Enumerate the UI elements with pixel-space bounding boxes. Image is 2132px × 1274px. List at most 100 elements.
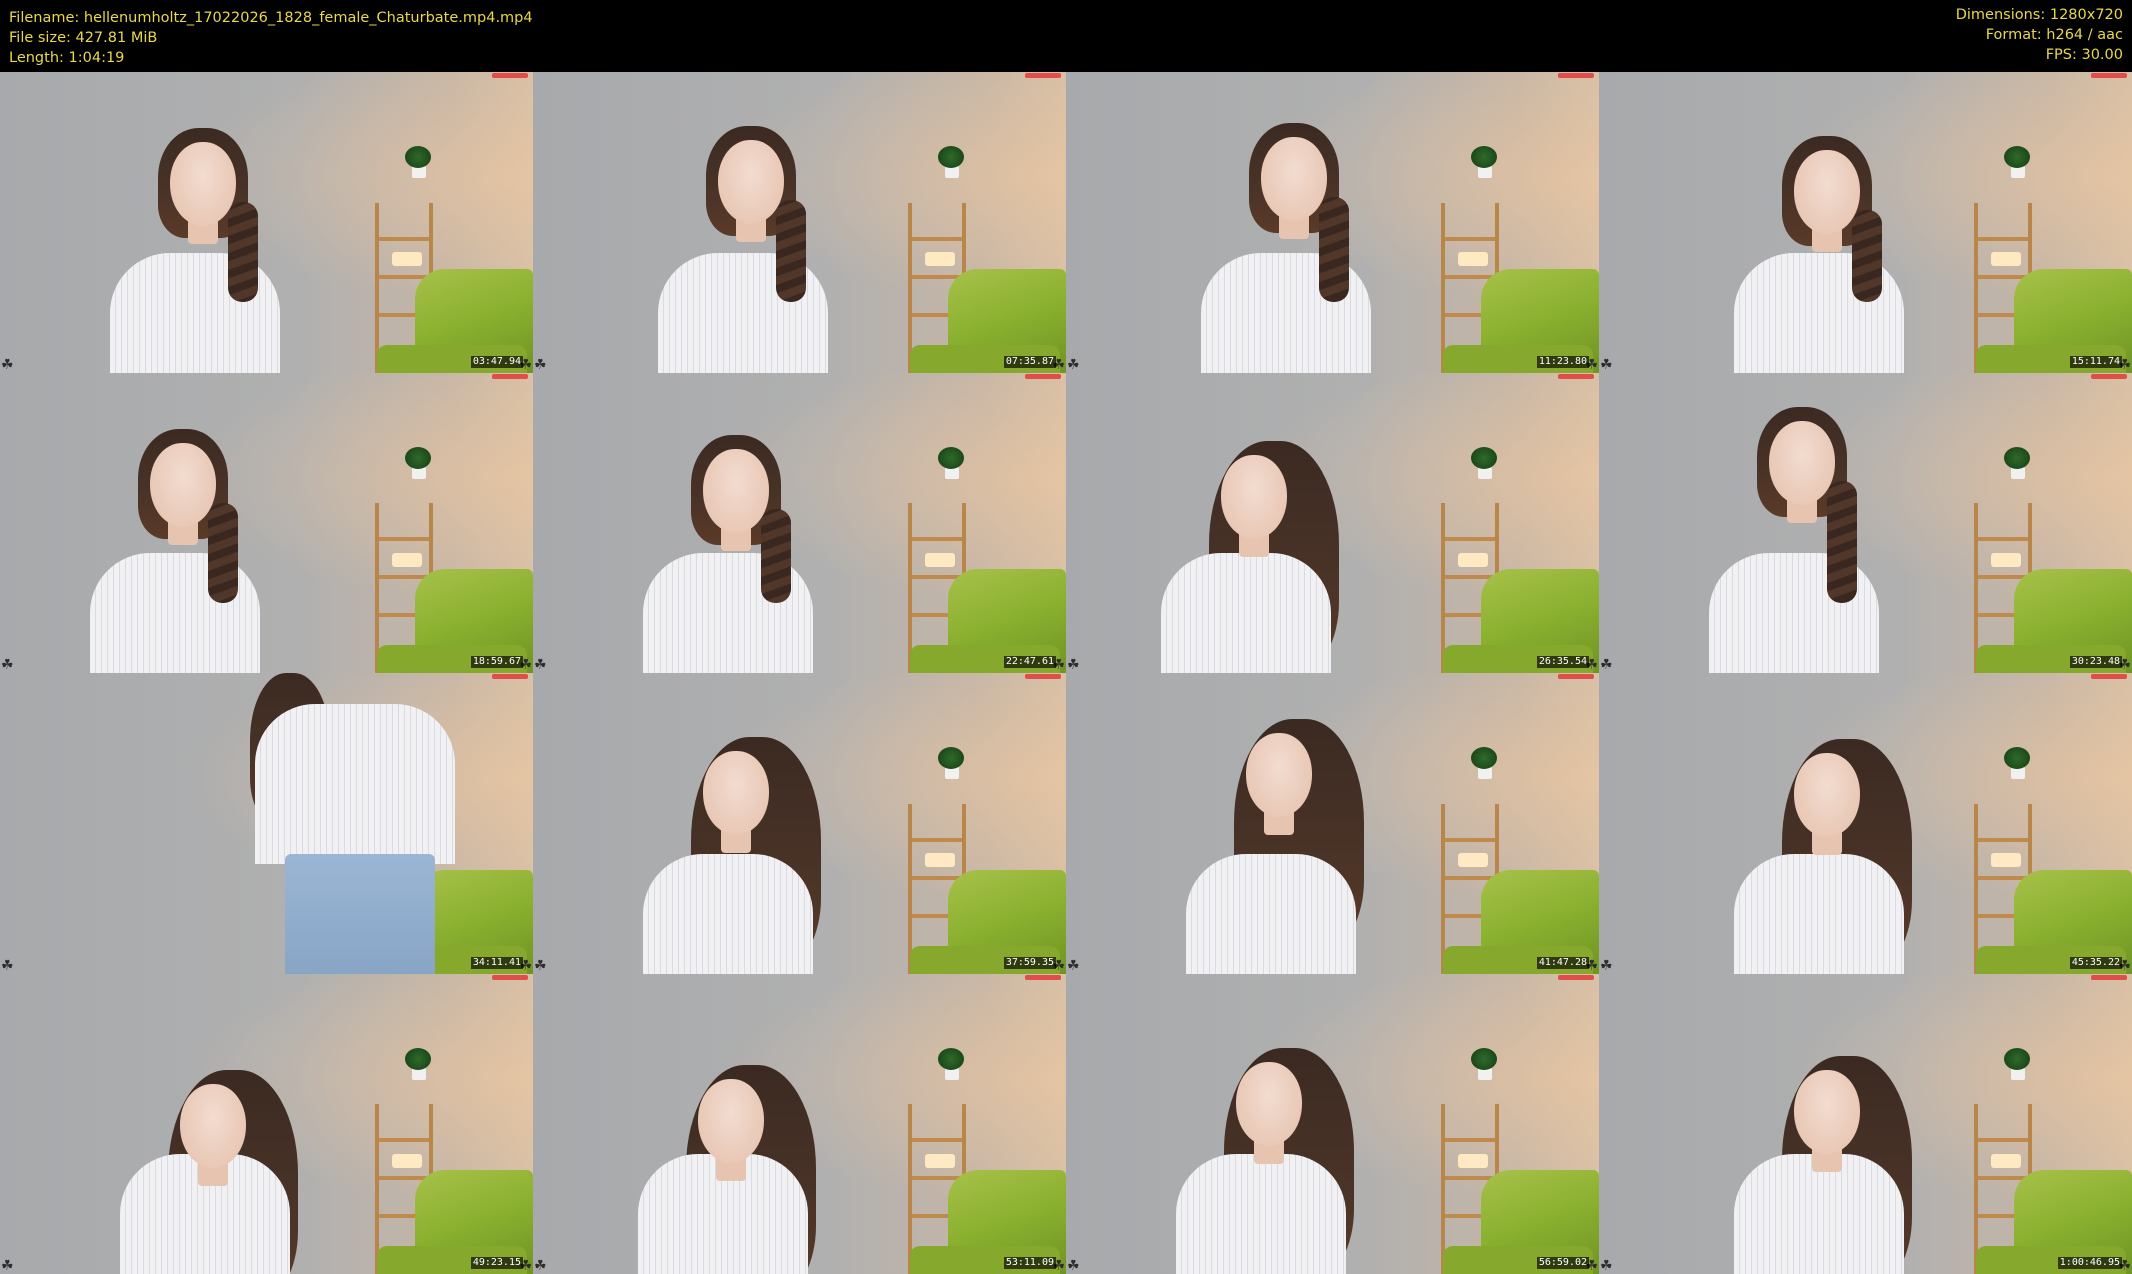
plant: [2004, 146, 2030, 168]
plant: [405, 446, 431, 469]
thumbnail-frame[interactable]: ☘ ☘ 22:47.61: [533, 372, 1066, 673]
plant: [1471, 446, 1497, 469]
thumbnail-timestamp: 49:23.15: [470, 1257, 523, 1269]
thumbnail-frame[interactable]: ☘ ☘ 56:59.02: [1066, 973, 1599, 1274]
person-braid: [208, 502, 238, 603]
plant: [405, 1047, 431, 1070]
person-face: [718, 140, 784, 224]
person-braid: [228, 202, 258, 302]
person-shirt: [1176, 1154, 1346, 1274]
lamp: [1991, 853, 2021, 867]
leaf-icon: ☘: [534, 957, 547, 974]
lamp: [1458, 252, 1488, 266]
thumbnail-timestamp: 56:59.02: [1536, 1257, 1589, 1269]
recording-indicator: [492, 674, 528, 679]
lamp: [1991, 552, 2021, 567]
contact-sheet-header: Filename: hellenumholtz_17022026_1828_fe…: [0, 0, 2132, 72]
thumbnail-grid: ☘ ☘ 03:47.94 ☘ ☘ 07:35.87 ☘ ☘ 11:23.80 ☘ ☘ 15:11.74…: [0, 72, 2132, 1274]
thumbnail-frame[interactable]: ☘ ☘ 18:59.67: [0, 372, 533, 673]
recording-indicator: [1558, 674, 1594, 679]
recording-indicator: [1025, 373, 1061, 379]
recording-indicator: [492, 974, 528, 980]
person-face: [1794, 150, 1860, 234]
person-face: [170, 142, 236, 226]
person-braid: [1852, 210, 1882, 302]
plant: [938, 747, 964, 769]
thumbnail-frame[interactable]: ☘ ☘ 11:23.80: [1066, 72, 1599, 373]
thumbnail-frame[interactable]: ☘ ☘ 41:47.28: [1066, 673, 1599, 974]
person-face: [1794, 753, 1860, 837]
thumbnail-frame[interactable]: ☘ ☘ 30:23.48: [1599, 372, 2132, 673]
plant: [1471, 1047, 1497, 1070]
lamp: [392, 1153, 422, 1168]
person-face: [703, 751, 769, 835]
recording-indicator: [1025, 73, 1061, 78]
recording-indicator: [2091, 974, 2127, 980]
plant: [2004, 1047, 2030, 1070]
person-face: [1769, 420, 1835, 505]
person-shirt: [1186, 853, 1356, 974]
lamp: [925, 1153, 955, 1168]
person-face: [1794, 1069, 1860, 1154]
person-shirt: [1734, 1154, 1904, 1274]
thumbnail-timestamp: 18:59.67: [470, 656, 523, 668]
thumbnail-frame[interactable]: ☘ ☘ 15:11.74: [1599, 72, 2132, 373]
lamp: [1991, 1153, 2021, 1168]
plant: [1471, 146, 1497, 168]
thumbnail-timestamp: 34:11.41: [470, 956, 523, 969]
thumbnail-timestamp: 45:35.22: [2069, 956, 2122, 969]
thumbnail-frame[interactable]: ☘ ☘ 53:11.09: [533, 973, 1066, 1274]
thumbnail-frame[interactable]: ☘ ☘ 49:23.15: [0, 973, 533, 1274]
leaf-icon: ☘: [1, 657, 14, 673]
thumbnail-timestamp: 07:35.87: [1003, 355, 1056, 368]
plant: [938, 1047, 964, 1070]
recording-indicator: [492, 373, 528, 379]
leaf-icon: ☘: [1600, 657, 1613, 673]
lamp: [1458, 552, 1488, 567]
person-shirt: [1161, 553, 1331, 673]
recording-indicator: [2091, 373, 2127, 379]
person-jeans: [285, 853, 435, 974]
thumbnail-frame[interactable]: ☘ ☘ 34:11.41: [0, 673, 533, 974]
leaf-icon: ☘: [1067, 356, 1080, 373]
leaf-icon: ☘: [1, 957, 14, 974]
thumbnail-frame[interactable]: ☘ ☘ 07:35.87: [533, 72, 1066, 373]
recording-indicator: [1025, 674, 1061, 679]
leaf-icon: ☘: [1067, 657, 1080, 673]
recording-indicator: [492, 73, 528, 78]
leaf-icon: ☘: [1600, 356, 1613, 373]
person-braid: [761, 508, 791, 603]
thumbnail-timestamp: 22:47.61: [1003, 656, 1056, 668]
leaf-icon: ☘: [1, 1258, 14, 1274]
person-face: [703, 448, 769, 533]
person-braid: [1827, 480, 1857, 603]
lamp: [925, 853, 955, 867]
person-shirt: [255, 703, 455, 864]
thumbnail-timestamp: 53:11.09: [1003, 1257, 1056, 1269]
filename-text: Filename: hellenumholtz_17022026_1828_fe…: [9, 10, 533, 26]
leaf-icon: ☘: [534, 657, 547, 673]
leaf-icon: ☘: [1067, 957, 1080, 974]
filesize-text: File size: 427.81 MiB: [9, 30, 158, 46]
thumbnail-frame[interactable]: ☘ ☘ 26:35.54: [1066, 372, 1599, 673]
leaf-icon: ☘: [534, 1258, 547, 1274]
person-face: [180, 1083, 246, 1168]
recording-indicator: [1558, 373, 1594, 379]
thumbnail-frame[interactable]: ☘ ☘ 1:00:46.95: [1599, 973, 2132, 1274]
thumbnail-timestamp: 11:23.80: [1536, 355, 1589, 368]
thumbnail-frame[interactable]: ☘ ☘ 37:59.35: [533, 673, 1066, 974]
plant: [2004, 747, 2030, 769]
lamp: [1991, 252, 2021, 266]
thumbnail-timestamp: 15:11.74: [2069, 355, 2122, 368]
recording-indicator: [1558, 974, 1594, 980]
length-text: Length: 1:04:19: [9, 50, 125, 66]
thumbnail-frame[interactable]: ☘ ☘ 45:35.22: [1599, 673, 2132, 974]
plant: [1471, 747, 1497, 769]
person-face: [1221, 454, 1287, 539]
fps-text: FPS: 30.00: [2045, 47, 2123, 63]
thumbnail-timestamp: 41:47.28: [1536, 956, 1589, 969]
thumbnail-frame[interactable]: ☘ ☘ 03:47.94: [0, 72, 533, 373]
lamp: [392, 252, 422, 266]
plant: [938, 446, 964, 469]
person-face: [150, 442, 216, 527]
